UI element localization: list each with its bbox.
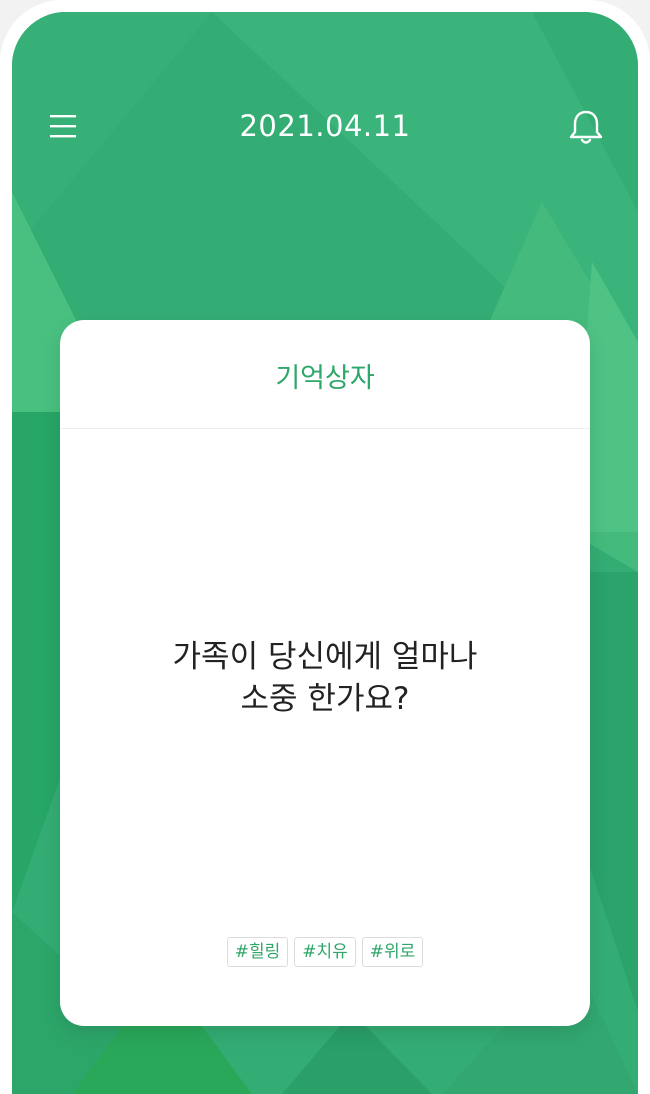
tag-chip[interactable]: #위로 — [361, 937, 424, 967]
phone-frame: 2021.04.11 기억상자 가족이 당신에게 얼마나 소중 한가요? #힐링… — [0, 0, 650, 1094]
app-header: 2021.04.11 — [12, 92, 638, 162]
card-divider — [60, 428, 590, 429]
bell-icon — [569, 110, 603, 144]
hamburger-menu-icon — [50, 115, 76, 138]
question-line: 가족이 당신에게 얼마나 — [172, 639, 478, 675]
question-line: 소중 한가요? — [240, 681, 410, 717]
app-screen: 2021.04.11 기억상자 가족이 당신에게 얼마나 소중 한가요? #힐링… — [12, 12, 638, 1094]
header-date: 2021.04.11 — [239, 109, 411, 143]
notification-button[interactable] — [564, 106, 608, 150]
memory-card: 기억상자 가족이 당신에게 얼마나 소중 한가요? #힐링 #치유 #위로 — [60, 320, 590, 1026]
menu-button[interactable] — [42, 110, 86, 144]
card-title: 기억상자 — [275, 363, 375, 394]
tag-chip[interactable]: #힐링 — [226, 937, 289, 967]
question-text: 가족이 당신에게 얼마나 소중 한가요? — [90, 636, 560, 720]
tag-list: #힐링 #치유 #위로 — [60, 937, 590, 967]
tag-chip[interactable]: #치유 — [294, 937, 356, 967]
